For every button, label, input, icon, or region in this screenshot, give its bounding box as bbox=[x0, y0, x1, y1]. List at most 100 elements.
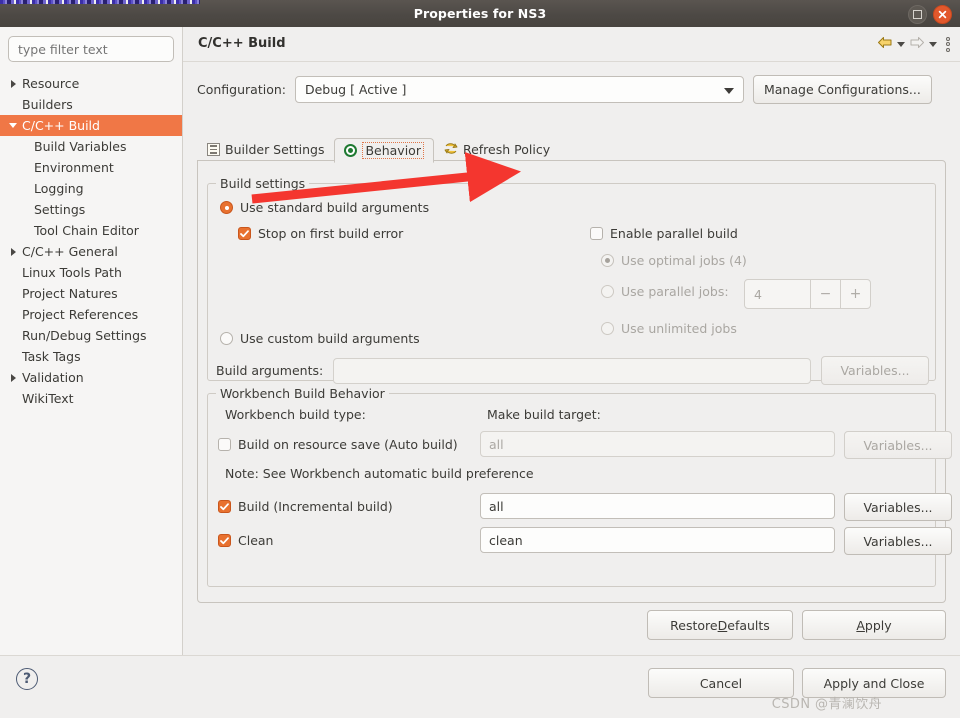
parallel-jobs-stepper[interactable]: 4 − + bbox=[744, 279, 871, 309]
stepper-increment-button[interactable]: + bbox=[840, 280, 870, 308]
sidebar-item-label: WikiText bbox=[22, 391, 74, 406]
enable-parallel-build-checkbox[interactable]: Enable parallel build bbox=[590, 226, 738, 241]
make-build-target-label: Make build target: bbox=[487, 407, 601, 422]
build-arguments-variables-button[interactable]: Variables... bbox=[821, 356, 929, 385]
tab-refresh-policy[interactable]: Refresh Policy bbox=[434, 137, 560, 162]
behavior-tab-panel: Build settings Use standard build argume… bbox=[197, 160, 952, 603]
view-menu-icon[interactable] bbox=[946, 36, 950, 52]
apply-mnemonic: A bbox=[856, 617, 865, 633]
sidebar-item-project-natures[interactable]: Project Natures bbox=[0, 283, 182, 304]
sidebar-item-builders[interactable]: Builders bbox=[0, 94, 182, 115]
clean-checkbox[interactable]: Clean bbox=[218, 533, 273, 548]
close-icon[interactable] bbox=[933, 5, 952, 24]
stepper-decrement-button[interactable]: − bbox=[810, 280, 840, 308]
filter-input[interactable] bbox=[8, 36, 174, 62]
use-unlimited-jobs-radio[interactable]: Use unlimited jobs bbox=[601, 321, 737, 336]
sidebar-item-label: Build Variables bbox=[34, 139, 127, 154]
build-arguments-input[interactable] bbox=[333, 357, 811, 384]
workbench-build-type-label: Workbench build type: bbox=[225, 407, 366, 422]
settings-sidebar: Resource Builders C/C++ Build Build Variabl… bbox=[0, 27, 183, 655]
tab-builder-settings[interactable]: Builder Settings bbox=[197, 137, 334, 162]
build-incremental-checkbox[interactable]: Build (Incremental build) bbox=[218, 499, 393, 514]
use-standard-build-arguments-radio[interactable]: Use standard build arguments bbox=[220, 200, 429, 215]
chevron-right-icon[interactable] bbox=[6, 247, 20, 256]
green-radio-icon bbox=[344, 144, 358, 157]
sidebar-item-linux-tools-path[interactable]: Linux Tools Path bbox=[0, 262, 182, 283]
header-divider bbox=[183, 61, 960, 62]
sidebar-item-label: C/C++ Build bbox=[22, 118, 100, 133]
clean-build-variables-button[interactable]: Variables... bbox=[844, 527, 952, 555]
tab-label: Behavior bbox=[362, 142, 424, 159]
checkbox-indicator bbox=[590, 227, 603, 240]
sidebar-item-c-c-general[interactable]: C/C++ General bbox=[0, 241, 182, 262]
sidebar-item-label: Environment bbox=[34, 160, 114, 175]
back-history-chevron-down-icon[interactable] bbox=[897, 41, 905, 47]
build-settings-group-title: Build settings bbox=[216, 176, 310, 191]
sidebar-item-validation[interactable]: Validation bbox=[0, 367, 182, 388]
sidebar-item-label: Settings bbox=[34, 202, 86, 217]
sidebar-item-build-variables[interactable]: Build Variables bbox=[0, 136, 182, 157]
use-standard-build-arguments-label: Use standard build arguments bbox=[240, 200, 430, 215]
build-on-resource-save-checkbox[interactable]: Build on resource save (Auto build) bbox=[218, 437, 458, 452]
checkbox-indicator bbox=[218, 438, 231, 451]
stop-on-first-build-error-label: Stop on first build error bbox=[258, 226, 404, 241]
desktop-bleed-strip bbox=[0, 0, 200, 4]
sidebar-item-settings[interactable]: Settings bbox=[0, 199, 182, 220]
chevron-down-icon[interactable] bbox=[6, 123, 20, 128]
chevron-right-icon[interactable] bbox=[6, 79, 20, 88]
sidebar-item-label: Resource bbox=[22, 76, 80, 91]
properties-dialog: Properties for NS3 Resource Builders C/C++… bbox=[0, 0, 960, 718]
radio-indicator bbox=[601, 254, 614, 267]
configuration-dropdown[interactable]: Debug [ Active ] bbox=[294, 76, 744, 103]
use-custom-build-arguments-radio[interactable]: Use custom build arguments bbox=[220, 331, 420, 346]
sidebar-item-label: C/C++ General bbox=[22, 244, 118, 259]
stop-on-first-build-error-checkbox[interactable]: Stop on first build error bbox=[238, 226, 403, 241]
use-custom-build-arguments-label: Use custom build arguments bbox=[240, 331, 420, 346]
auto-build-variables-button[interactable]: Variables... bbox=[844, 431, 952, 459]
sidebar-item-logging[interactable]: Logging bbox=[0, 178, 182, 199]
chevron-down-icon bbox=[723, 88, 734, 94]
parallel-jobs-value[interactable]: 4 bbox=[745, 280, 810, 308]
use-parallel-jobs-radio[interactable]: Use parallel jobs: bbox=[601, 284, 729, 299]
sidebar-item-c-c-build[interactable]: C/C++ Build bbox=[0, 115, 182, 136]
sidebar-item-task-tags[interactable]: Task Tags bbox=[0, 346, 182, 367]
configuration-value: Debug [ Active ] bbox=[304, 82, 407, 97]
configuration-label: Configuration: bbox=[197, 82, 286, 97]
forward-history-chevron-down-icon[interactable] bbox=[929, 41, 937, 47]
tab-label: Refresh Policy bbox=[462, 142, 551, 157]
maximize-icon[interactable] bbox=[908, 5, 927, 24]
incremental-build-variables-button[interactable]: Variables... bbox=[844, 493, 952, 521]
sidebar-item-tool-chain-editor[interactable]: Tool Chain Editor bbox=[0, 220, 182, 241]
settings-tree: Resource Builders C/C++ Build Build Variabl… bbox=[0, 73, 182, 409]
help-icon[interactable]: ? bbox=[16, 668, 38, 690]
page-title: C/C++ Build bbox=[198, 36, 286, 51]
build-arguments-row: Build arguments: Variables... bbox=[214, 356, 929, 385]
sidebar-item-project-references[interactable]: Project References bbox=[0, 304, 182, 325]
settings-pane: C/C++ Build Configuration: Debug [Activ… bbox=[183, 27, 960, 655]
forward-arrow-icon bbox=[909, 36, 925, 52]
clean-build-target-input[interactable]: clean bbox=[480, 527, 835, 553]
apply-button[interactable]: Apply bbox=[802, 610, 946, 640]
pane-header: C/C++ Build bbox=[183, 27, 960, 62]
enable-parallel-build-label: Enable parallel build bbox=[610, 226, 738, 241]
sidebar-item-run-debug-settings[interactable]: Run/Debug Settings bbox=[0, 325, 182, 346]
chevron-right-icon[interactable] bbox=[6, 373, 20, 382]
sidebar-item-label: Validation bbox=[22, 370, 84, 385]
auto-build-target-input[interactable]: all bbox=[480, 431, 835, 457]
tab-behavior[interactable]: Behavior bbox=[334, 138, 434, 163]
use-optimal-jobs-radio[interactable]: Use optimal jobs (4) bbox=[601, 253, 747, 268]
sidebar-item-label: Tool Chain Editor bbox=[34, 223, 139, 238]
tab-bar: Builder Settings Behavior Refresh Policy bbox=[197, 135, 560, 163]
manage-configurations-button[interactable]: Manage Configurations... bbox=[752, 75, 932, 104]
incremental-build-target-input[interactable]: all bbox=[480, 493, 835, 519]
checkbox-indicator bbox=[218, 500, 231, 513]
restore-defaults-prefix: Restore bbox=[670, 617, 718, 633]
back-arrow-icon[interactable] bbox=[877, 36, 893, 52]
sidebar-item-resource[interactable]: Resource bbox=[0, 73, 182, 94]
list-icon bbox=[207, 143, 220, 156]
restore-defaults-button[interactable]: Restore Defaults bbox=[647, 610, 793, 640]
sidebar-item-wikitext[interactable]: WikiText bbox=[0, 388, 182, 409]
build-incremental-label: Build (Incremental build) bbox=[238, 499, 393, 514]
watermark: CSDN @青澜饮舟 bbox=[771, 697, 882, 712]
sidebar-item-environment[interactable]: Environment bbox=[0, 157, 182, 178]
